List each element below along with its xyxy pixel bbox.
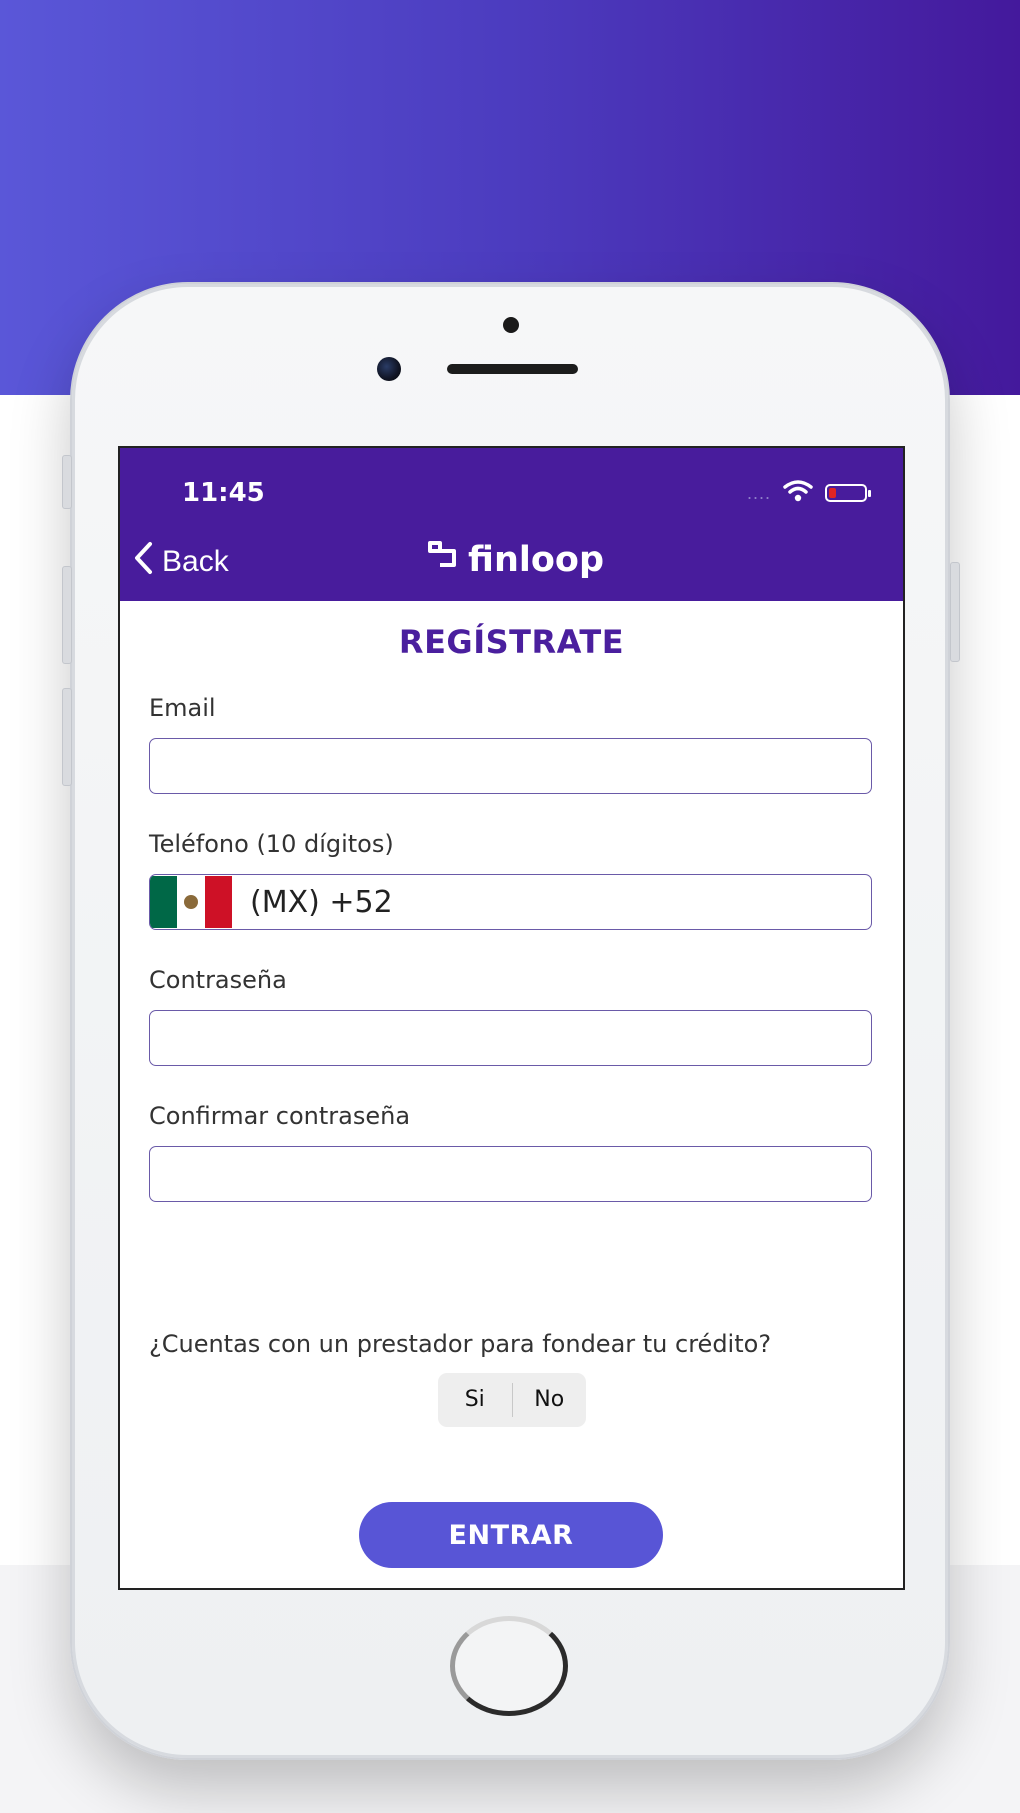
status-icons: .... — [746, 478, 871, 508]
email-label: Email — [149, 694, 216, 722]
confirm-password-label: Confirmar contraseña — [149, 1102, 411, 1130]
lender-question: ¿Cuentas con un prestador para fondear t… — [149, 1330, 772, 1358]
lender-segmented-control: Si No — [438, 1373, 586, 1427]
phone-volume-down-button — [62, 688, 72, 786]
phone-speaker — [447, 364, 578, 374]
finloop-logo-icon — [426, 539, 460, 580]
app-header: 11:45 .... Back finloop — [120, 448, 903, 601]
option-no-button[interactable]: No — [513, 1381, 587, 1419]
phone-home-button[interactable] — [450, 1616, 568, 1716]
phone-sensor — [503, 317, 519, 333]
wifi-icon — [783, 479, 813, 508]
phone-screen: 11:45 .... Back finloop REGÍSTRATE Email… — [118, 446, 905, 1590]
phone-power-button — [950, 562, 960, 662]
status-time: 11:45 — [182, 478, 265, 508]
finloop-logo-text: finloop — [468, 539, 605, 580]
phone-label: Teléfono (10 dígitos) — [149, 830, 394, 858]
battery-level — [829, 488, 836, 498]
phone-volume-up-button — [62, 566, 72, 664]
chevron-left-icon — [132, 541, 154, 583]
back-button[interactable]: Back — [132, 541, 229, 583]
confirm-password-field[interactable] — [149, 1146, 872, 1202]
email-field[interactable] — [149, 738, 872, 794]
option-si-button[interactable]: Si — [438, 1381, 512, 1419]
battery-low-icon — [825, 484, 871, 502]
phone-camera — [377, 357, 401, 381]
phone-side-button — [62, 455, 72, 509]
password-label: Contraseña — [149, 966, 287, 994]
mexico-flag-icon[interactable] — [150, 876, 232, 928]
signal-dots: .... — [746, 482, 771, 503]
back-label: Back — [162, 545, 229, 578]
submit-button[interactable]: ENTRAR — [359, 1502, 663, 1568]
phone-country-code: (MX) +52 — [250, 884, 393, 920]
password-field[interactable] — [149, 1010, 872, 1066]
finloop-logo: finloop — [426, 539, 604, 580]
phone-field[interactable]: (MX) +52 — [149, 874, 872, 930]
page-title: REGÍSTRATE — [398, 623, 625, 661]
